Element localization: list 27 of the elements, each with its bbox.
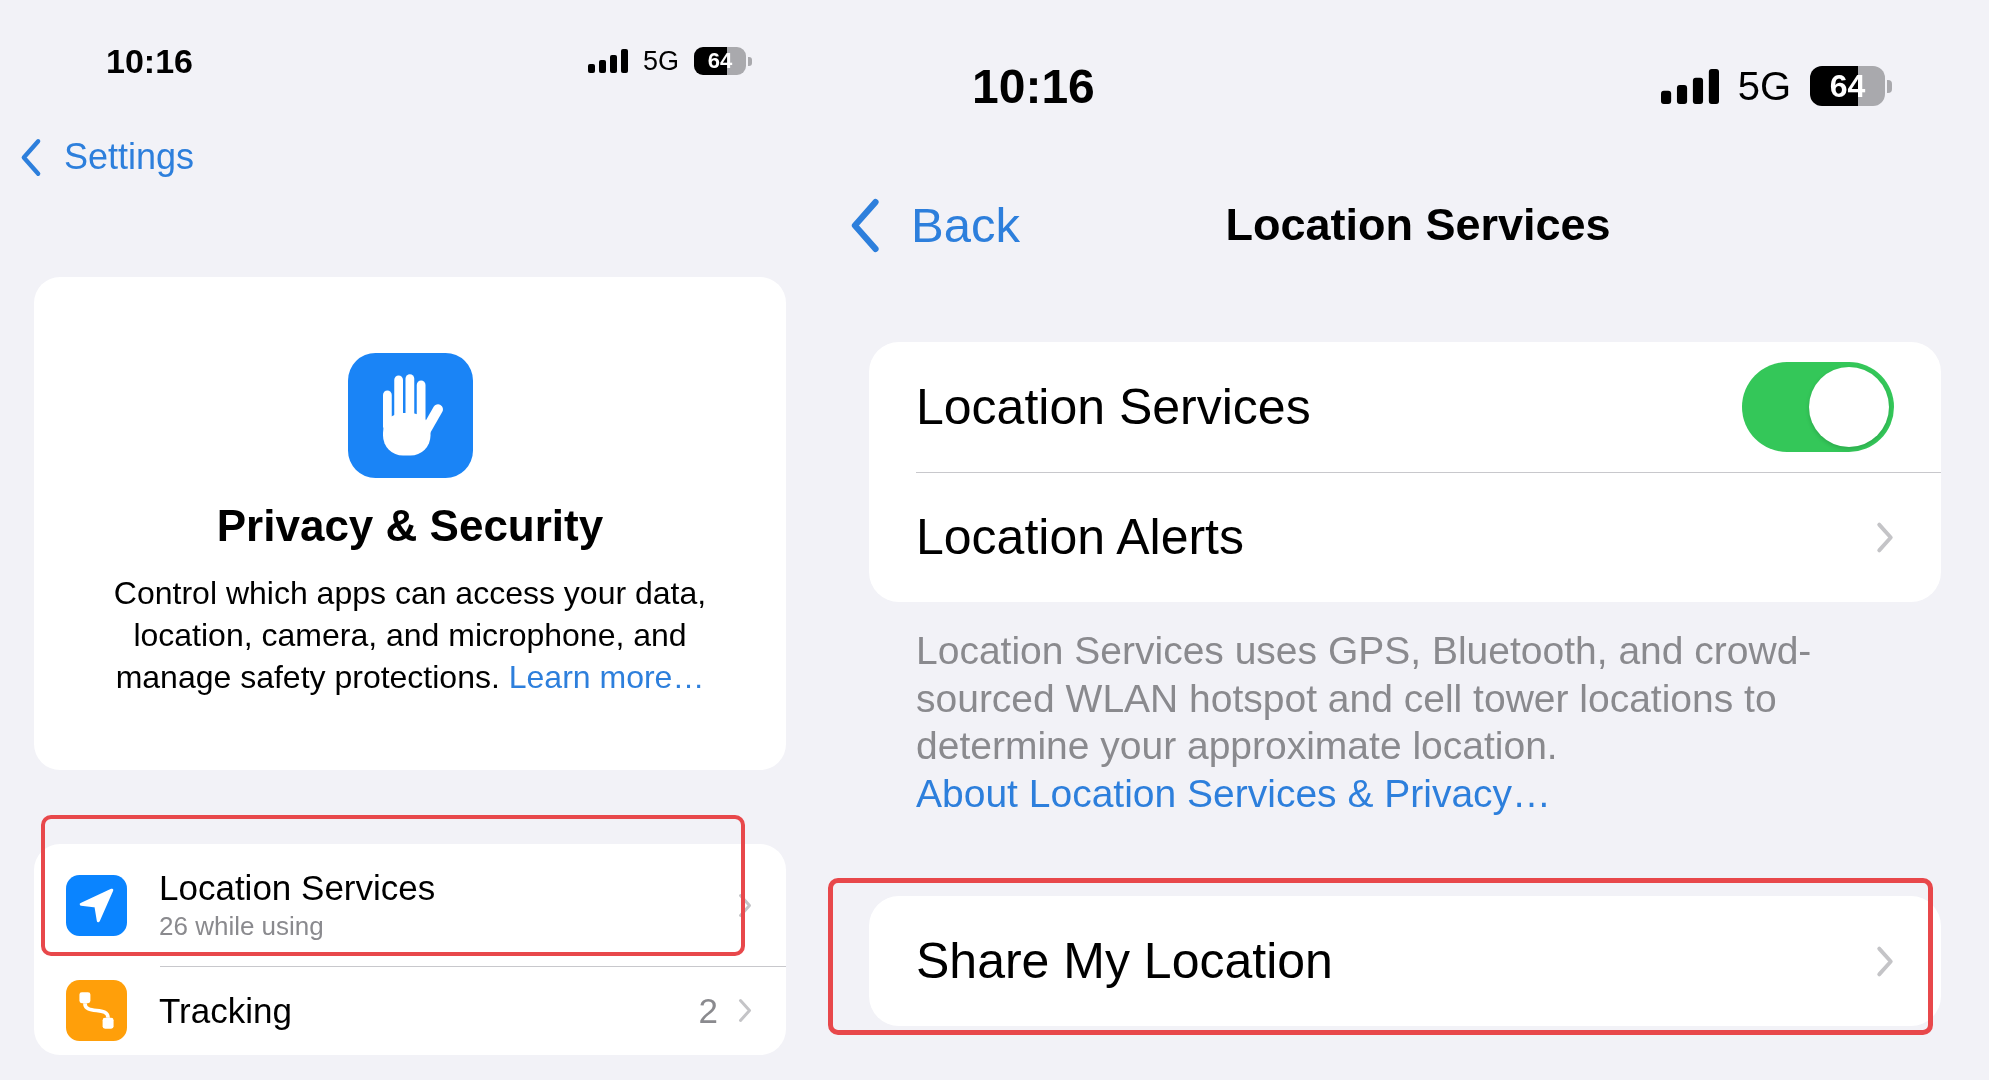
header-title: Privacy & Security bbox=[216, 500, 604, 552]
network-label: 5G bbox=[642, 45, 679, 77]
row-subtitle: 26 while using bbox=[159, 910, 325, 942]
status-time: 10:16 bbox=[972, 58, 1095, 114]
settings-row[interactable]: Tracking 2 bbox=[34, 966, 786, 1055]
signal-icon bbox=[587, 49, 628, 73]
settings-row[interactable]: Share My Location bbox=[869, 896, 1941, 1026]
settings-row[interactable]: Location Alerts bbox=[869, 472, 1941, 602]
raised-hand-icon bbox=[347, 353, 473, 478]
group-footer: Location Services uses GPS, Bluetooth, and crowd-sourced WLAN hotspot and cell tower locations to determine your approximate location. About Location Services & Privacy… bbox=[916, 627, 1876, 817]
network-label: 5G bbox=[1737, 63, 1791, 109]
signal-icon bbox=[1660, 68, 1719, 104]
nav-title: Location Services bbox=[1225, 199, 1611, 251]
settings-row[interactable]: Location Services 26 while using bbox=[34, 844, 786, 966]
back-button[interactable]: Back bbox=[847, 197, 1020, 253]
row-label: Location Services bbox=[916, 378, 1312, 436]
chevron-right-icon bbox=[738, 892, 752, 918]
chevron-right-icon bbox=[738, 998, 752, 1023]
chevron-right-icon bbox=[1876, 520, 1894, 554]
back-button[interactable]: Settings bbox=[19, 136, 195, 178]
header-description: Control which apps can access your data, location, camera, and microphone, and manage safety protections. Learn more… bbox=[112, 574, 708, 697]
chevron-left-icon bbox=[19, 137, 42, 177]
row-value: 2 bbox=[698, 990, 718, 1031]
chevron-right-icon bbox=[1876, 944, 1894, 978]
status-time: 10:16 bbox=[106, 41, 193, 81]
footer-link[interactable]: About Location Services & Privacy… bbox=[916, 771, 1552, 815]
learn-more-link[interactable]: Learn more… bbox=[508, 659, 705, 695]
